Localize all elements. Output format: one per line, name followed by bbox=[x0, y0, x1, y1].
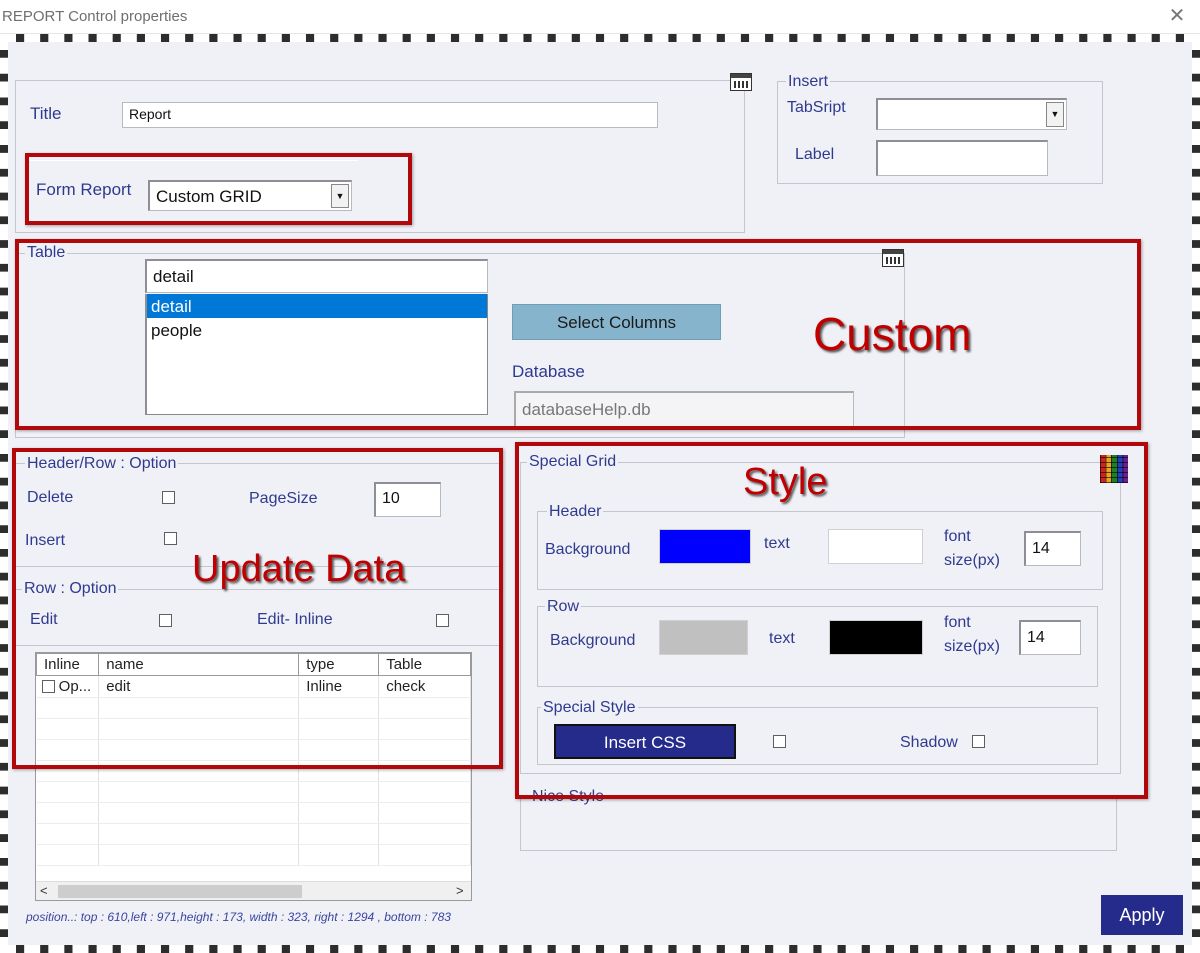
close-icon[interactable]: ✕ bbox=[1166, 3, 1188, 29]
window-titlebar: REPORT Control properties ✕ bbox=[0, 0, 1200, 34]
scrollbar-thumb[interactable] bbox=[58, 885, 302, 898]
annotation-box-style bbox=[515, 442, 1148, 799]
scroll-right-icon[interactable]: > bbox=[456, 883, 464, 898]
insert-legend: Insert bbox=[786, 73, 831, 91]
label-input[interactable] bbox=[876, 140, 1048, 176]
dropdown-arrow-icon[interactable] bbox=[1046, 102, 1064, 127]
annotation-update-data: Update Data bbox=[192, 548, 406, 590]
annotation-box-update-data bbox=[12, 448, 503, 769]
window-title: REPORT Control properties bbox=[2, 8, 188, 25]
position-status: position..: top : 610,left : 971,height … bbox=[26, 910, 451, 924]
label-label: Label bbox=[795, 146, 835, 163]
title-label: Title bbox=[30, 104, 62, 123]
annotation-box-custom bbox=[15, 239, 1141, 430]
annotation-custom: Custom bbox=[813, 308, 972, 360]
table-row bbox=[36, 823, 471, 845]
grid-horizontal-scrollbar[interactable]: < > bbox=[36, 881, 471, 900]
calendar-icon[interactable] bbox=[730, 73, 752, 91]
scroll-left-icon[interactable]: < bbox=[40, 883, 48, 898]
table-row bbox=[36, 844, 471, 866]
apply-button[interactable]: Apply bbox=[1101, 895, 1183, 935]
nice-style-fieldset bbox=[520, 798, 1117, 851]
tabscript-label: TabSript bbox=[787, 99, 846, 116]
table-row bbox=[36, 781, 471, 803]
annotation-box-form-report bbox=[25, 153, 412, 225]
title-input[interactable]: Report bbox=[122, 102, 658, 128]
table-row bbox=[36, 802, 471, 824]
tabscript-select[interactable] bbox=[876, 98, 1067, 130]
